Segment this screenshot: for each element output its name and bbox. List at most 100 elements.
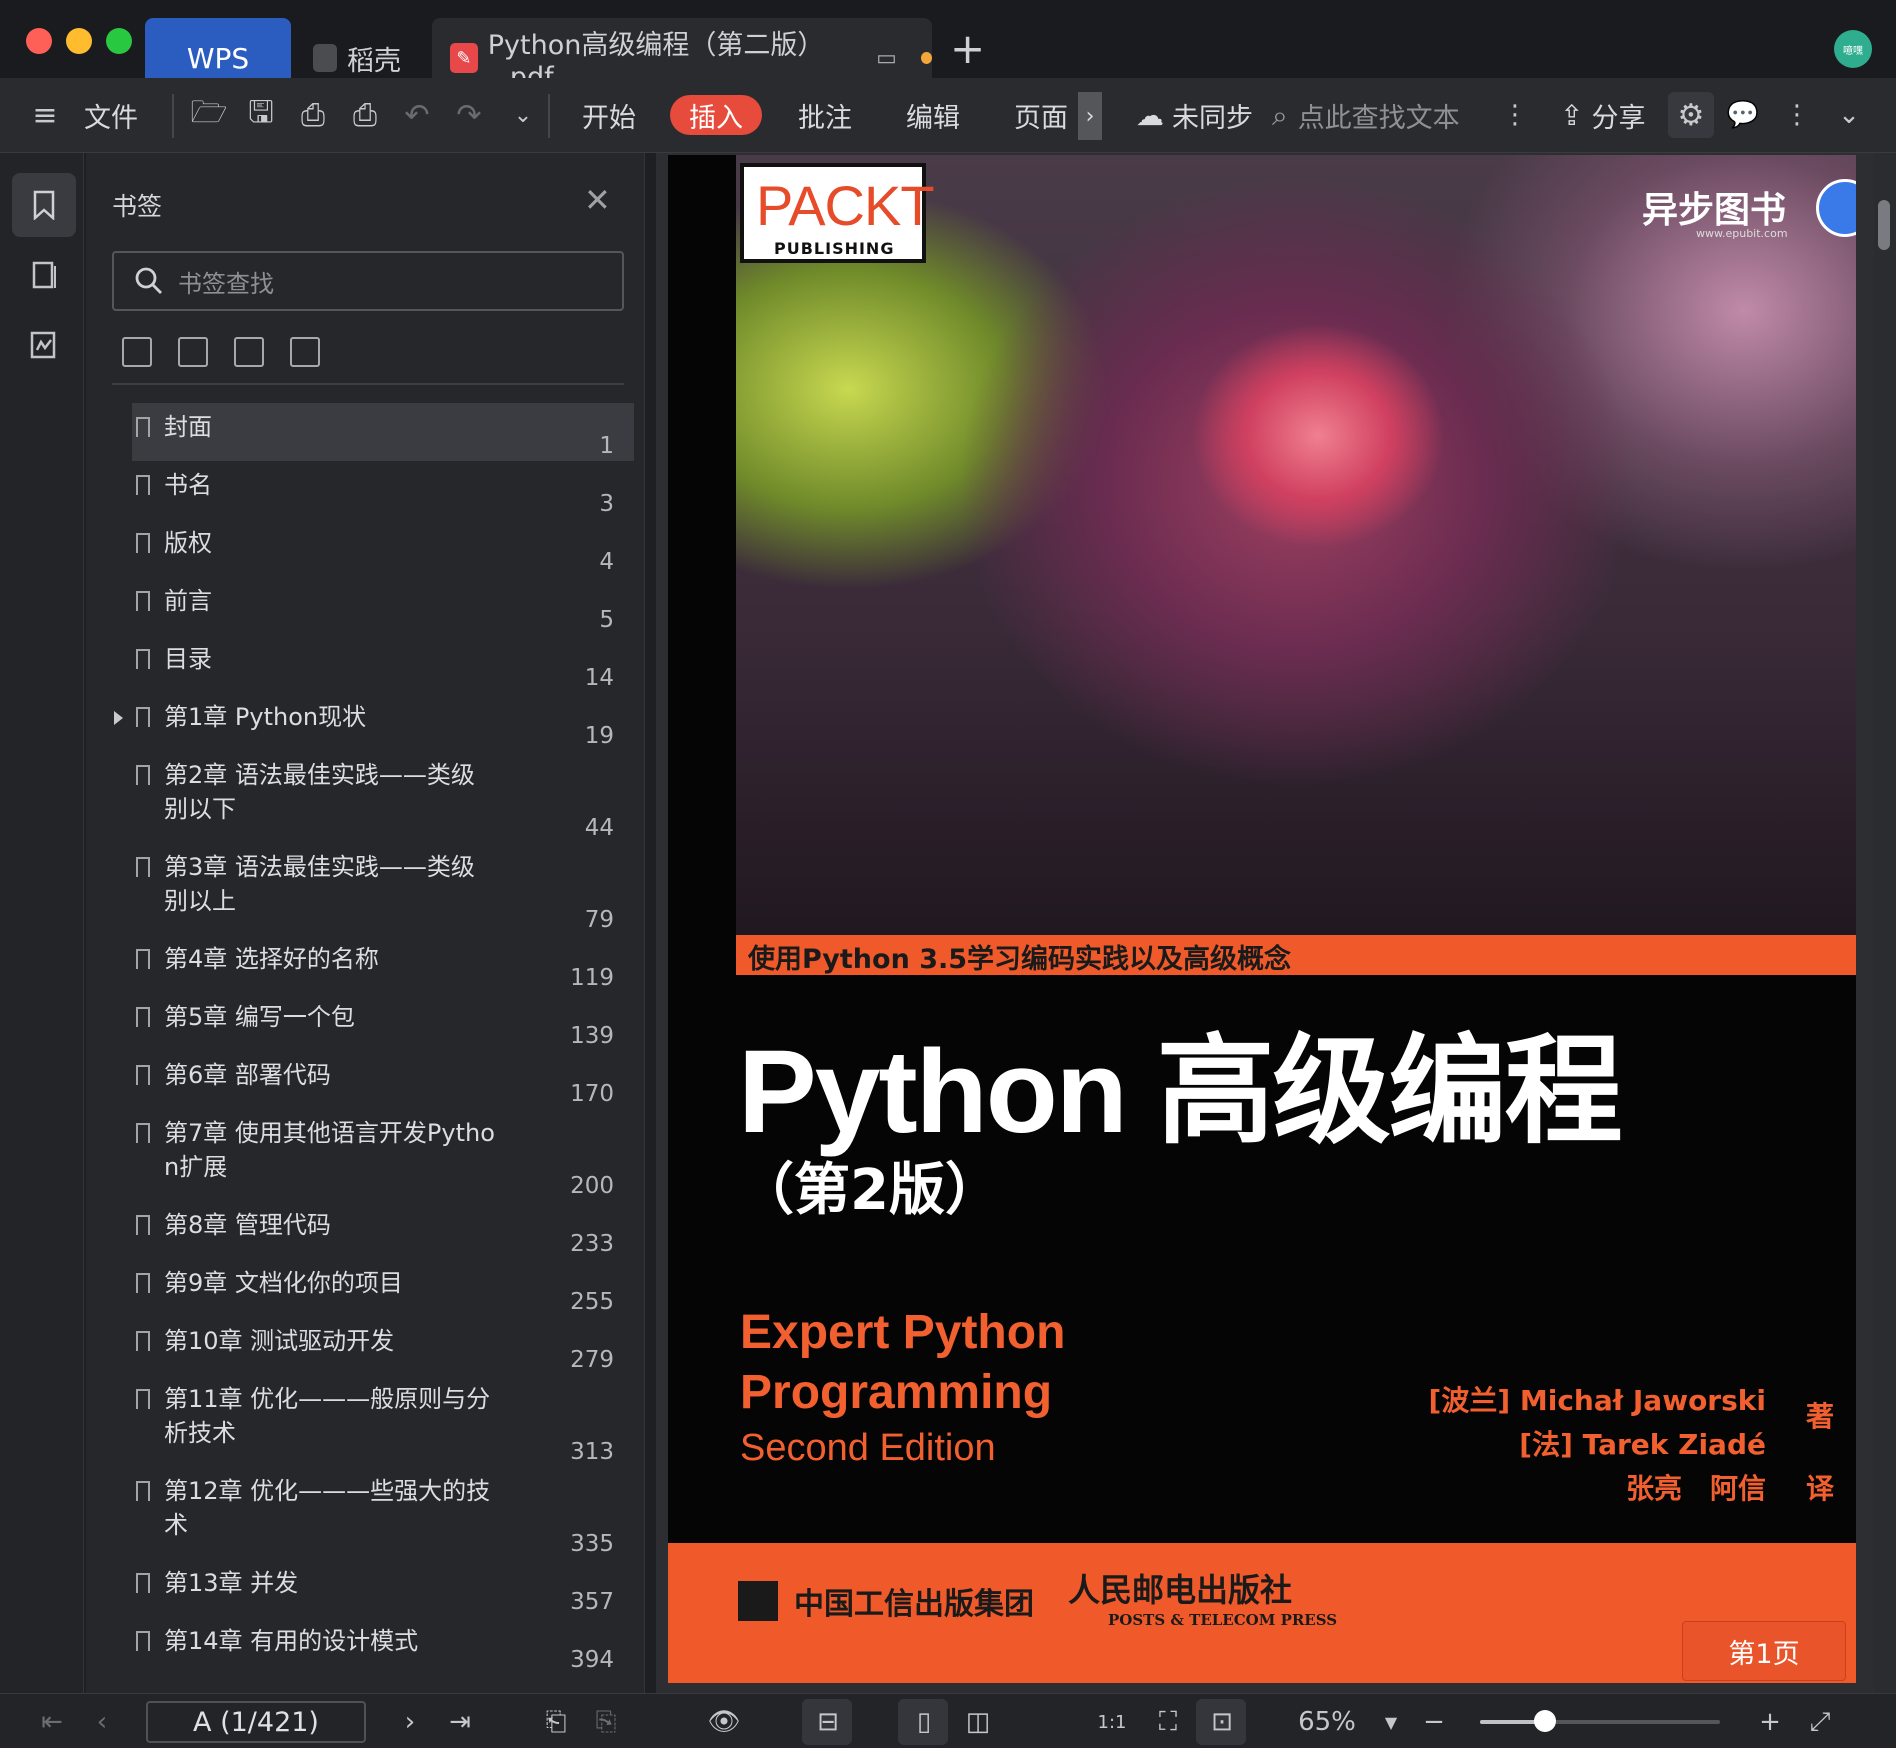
gear-icon[interactable]: ⚙ [1668,92,1714,138]
document-view[interactable]: PACKT PUBLISHING 异步图书 www.epubit.com 使用P… [656,153,1874,1693]
scrollbar-thumb[interactable] [1878,200,1890,250]
find-text-search[interactable]: ⌕ 点此查找文本 [1272,78,1460,153]
expand-all-icon[interactable] [122,337,152,367]
window-zoom-button[interactable] [106,28,132,54]
sync-status[interactable]: ☁ 未同步 [1136,78,1253,153]
more-quick-actions-icon[interactable]: ⌄ [504,96,542,134]
open-folder-icon[interactable]: 🗁 [190,95,228,134]
unsaved-dot-icon [920,52,932,64]
zoom-slider-handle[interactable] [1533,1710,1556,1732]
more-vertical-icon[interactable]: ⋮ [1778,96,1816,134]
previous-page-icon[interactable]: ‹ [84,1704,120,1740]
comment-icon[interactable]: 💬 [1724,96,1762,134]
eye-protection-icon[interactable]: 👁 [696,1704,752,1740]
bookmark-flag-icon [136,765,150,785]
bookmark-label: 版权 [164,529,212,557]
undo-icon[interactable]: ↶ [398,96,436,134]
bookmark-item[interactable]: 第12章 优化———些强大的技 术 335 [86,1467,644,1559]
bookmark-flag-icon [136,475,150,495]
bookmark-item[interactable]: 第11章 优化———般原则与分 析技术 313 [86,1375,644,1467]
window-minimize-button[interactable] [66,28,92,54]
hamburger-menu-icon[interactable]: ≡ [26,96,64,134]
tab-insert[interactable]: 插入 [670,95,762,135]
print-preview-icon[interactable]: ⎙ [294,96,332,134]
bookmark-page-number: 357 [570,1589,614,1615]
more-vertical-icon[interactable]: ⋮ [1496,96,1534,134]
share-button[interactable]: ⇪ 分享 [1560,78,1645,153]
bookmark-item[interactable]: 书名 3 [86,461,644,519]
cover-author-1: [波兰] Michał Jaworski [1428,1384,1766,1417]
remove-bookmark-icon[interactable] [290,337,320,367]
bookmark-panel-button[interactable] [12,173,76,237]
bookmark-flag-icon [136,1007,150,1027]
publisher-logo: 人民邮电出版社 POSTS & TELECOM PRESS [1068,1571,1338,1629]
continuous-scroll-icon[interactable]: ⊟ [810,1704,846,1740]
bookmark-item[interactable]: 第6章 部署代码 170 [86,1051,644,1109]
save-icon[interactable]: 🖫 [242,95,280,134]
thumbnail-panel-button[interactable] [12,243,76,307]
bookmark-item[interactable]: 第1章 Python现状 19 [86,693,644,751]
bookmark-flag-icon [136,949,150,969]
panel-splitter[interactable] [644,153,654,1693]
add-bookmark-icon[interactable] [234,337,264,367]
pdf-page[interactable]: PACKT PUBLISHING 异步图书 www.epubit.com 使用P… [668,155,1856,1683]
bookmark-label: 第11章 优化———般原则与分 析技术 [164,1385,491,1447]
bookmark-item[interactable]: 第13章 并发 357 [86,1559,644,1617]
bookmark-item[interactable]: 第4章 选择好的名称 119 [86,935,644,993]
zoom-in-icon[interactable]: + [1752,1704,1788,1740]
tab-start[interactable]: 开始 [582,78,636,153]
zoom-dropdown-icon[interactable]: ▼ [1378,1704,1404,1740]
zoom-out-icon[interactable]: − [1416,1704,1452,1740]
tab-annotate[interactable]: 批注 [798,78,852,153]
print-icon[interactable]: ⎙ [346,96,384,134]
signature-panel-button[interactable] [12,313,76,377]
bookmark-flag-icon [136,1123,150,1143]
bookmark-flag-icon [136,417,150,437]
file-menu[interactable]: 文件 [84,78,138,153]
bookmark-item[interactable]: 第9章 文档化你的项目 255 [86,1259,644,1317]
first-page-icon[interactable]: ⇤ [34,1704,70,1740]
cover-translators: 张亮 阿信 [1625,1472,1766,1505]
fit-width-icon[interactable]: ⊡ [1204,1704,1240,1740]
divider [112,383,624,385]
fit-page-icon[interactable]: ⛶ [1150,1704,1186,1740]
forward-icon[interactable]: ⎘ [588,1704,624,1740]
expand-arrow-icon[interactable] [114,711,123,725]
bookmark-item[interactable]: 封面 1 [132,403,634,461]
single-page-icon[interactable]: ▯ [906,1704,942,1740]
actual-size-icon[interactable]: 1:1 [1094,1704,1130,1740]
toolbar: ≡ 文件 🗁 🖫 ⎙ ⎙ ↶ ↷ ⌄ 开始 插入 批注 编辑 页面 › ☁ 未同… [0,78,1896,153]
bookmark-label: 第7章 使用其他语言开发Pytho n扩展 [164,1119,495,1181]
collapse-all-icon[interactable] [178,337,208,367]
zoom-level[interactable]: 65% [1282,1704,1372,1740]
window-close-button[interactable] [26,28,52,54]
bookmark-item[interactable]: 第5章 编写一个包 139 [86,993,644,1051]
bookmark-item[interactable]: 第14章 有用的设计模式 394 [86,1617,644,1675]
tab-page[interactable]: 页面 [1014,78,1068,153]
close-icon[interactable]: ✕ [584,181,611,219]
vertical-scrollbar[interactable] [1874,153,1896,1693]
bookmark-item[interactable]: 版权 4 [86,519,644,577]
back-icon[interactable]: ⎗ [538,1704,574,1740]
bookmark-item[interactable]: 第3章 语法最佳实践——类级 别以上 79 [86,843,644,935]
new-tab-button[interactable]: + [950,24,985,73]
last-page-icon[interactable]: ⇥ [442,1704,478,1740]
tab-edit[interactable]: 编辑 [906,78,960,153]
bookmark-item[interactable]: 目录 14 [86,635,644,693]
next-page-icon[interactable]: › [392,1704,428,1740]
daoke-icon [313,44,337,72]
bookmark-flag-icon [136,533,150,553]
redo-icon[interactable]: ↷ [450,96,488,134]
chevron-down-icon[interactable]: ⌄ [1830,96,1868,134]
bookmark-item[interactable]: 第7章 使用其他语言开发Pytho n扩展 200 [86,1109,644,1201]
page-indicator-input[interactable]: A (1/421) [146,1701,366,1743]
bookmark-item[interactable]: 第2章 语法最佳实践——类级 别以下 44 [86,751,644,843]
two-page-icon[interactable]: ◫ [960,1704,996,1740]
fullscreen-icon[interactable]: ⤢ [1802,1704,1838,1740]
avatar[interactable]: 噫嘿 [1834,30,1872,68]
menu-scroll-right-button[interactable]: › [1078,92,1102,140]
bookmark-item[interactable]: 第8章 管理代码 233 [86,1201,644,1259]
bookmark-item[interactable]: 前言 5 [86,577,644,635]
bookmark-item[interactable]: 第10章 测试驱动开发 279 [86,1317,644,1375]
bookmark-search-input[interactable]: 书签查找 [112,251,624,311]
